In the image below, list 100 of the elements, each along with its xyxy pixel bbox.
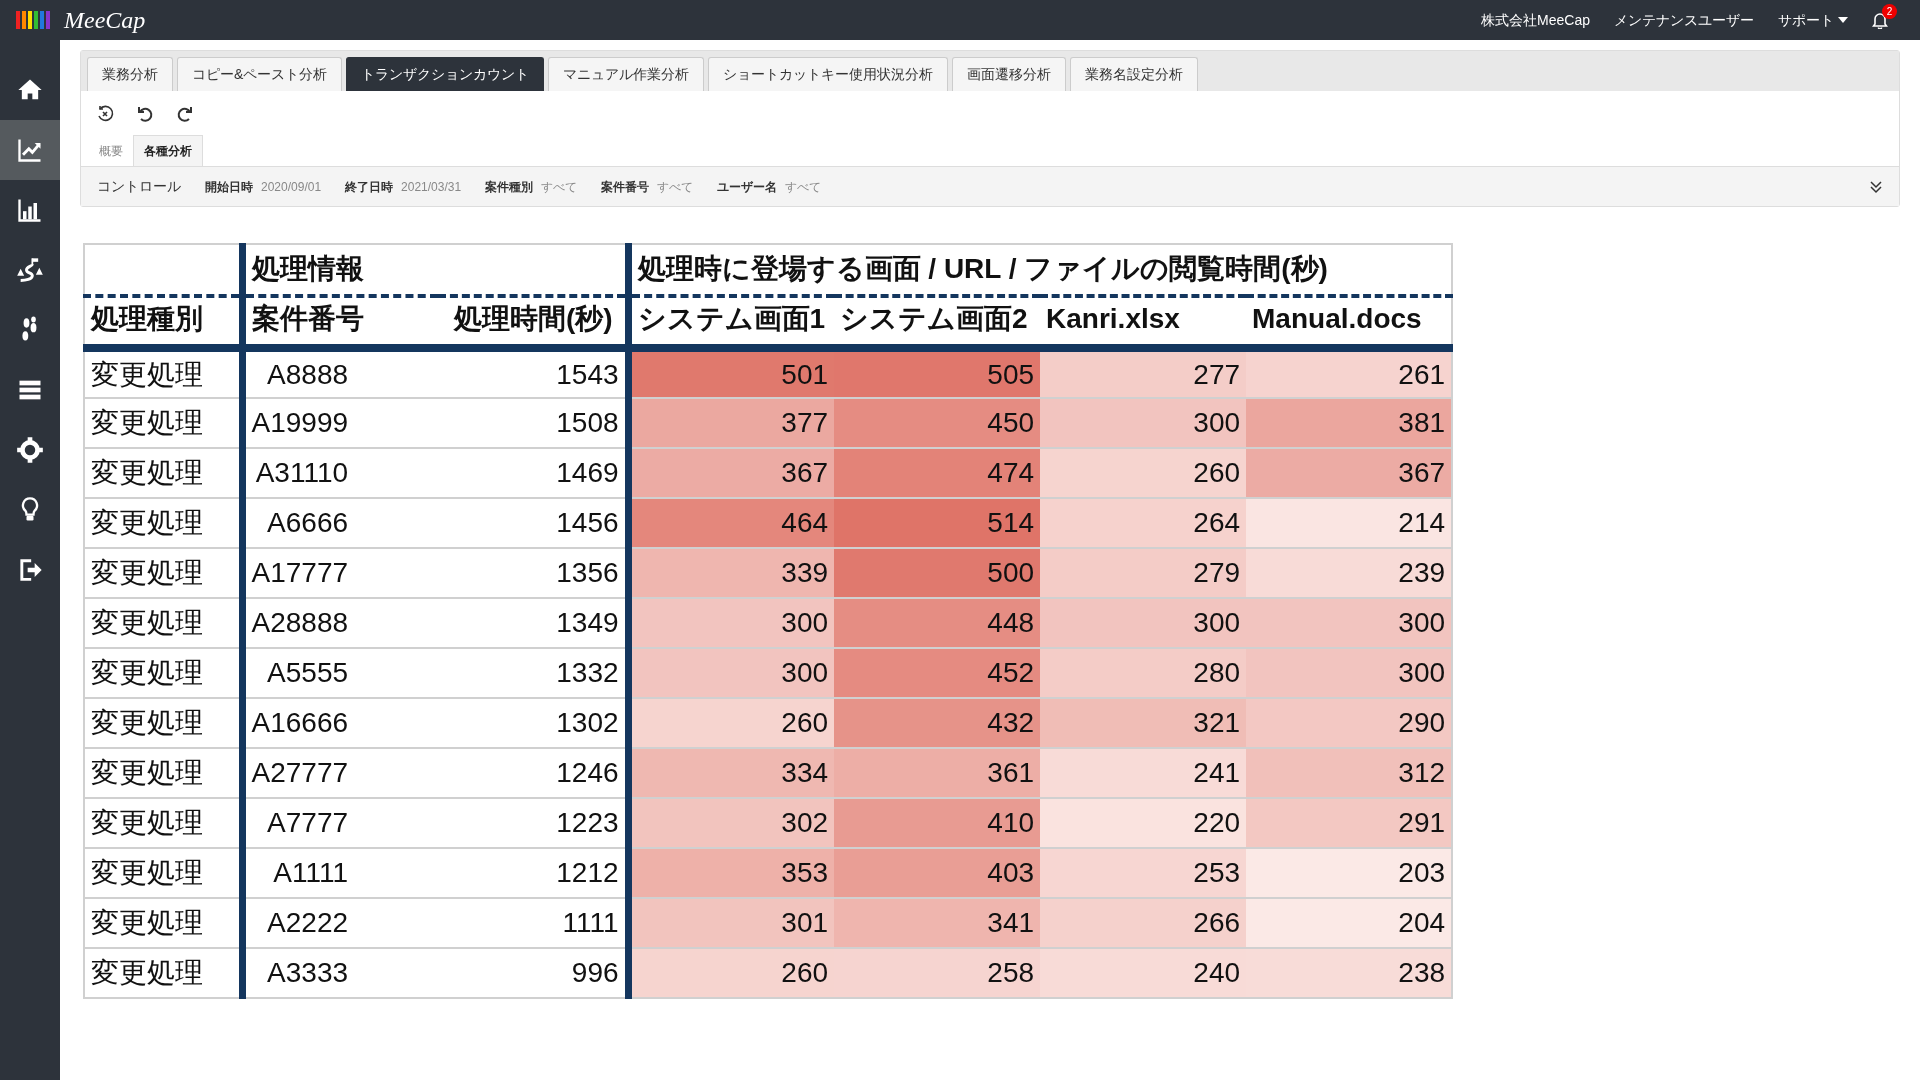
company-name: 株式会社MeeCap (1481, 10, 1590, 30)
filter-label: 終了日時 (345, 178, 394, 196)
heat-cell: 300 (1040, 398, 1247, 448)
settings-icon (16, 436, 44, 464)
filter-label: 案件種別 (485, 178, 534, 196)
control-label: コントロール (97, 177, 181, 196)
heat-cell: 214 (1246, 498, 1453, 548)
table-cell: 変更処理 (84, 748, 242, 798)
expand-icon[interactable] (1869, 179, 1883, 194)
table-cell: A7777 (242, 798, 439, 848)
filter-value: すべて (657, 178, 694, 196)
column-header: 処理種別 (84, 296, 242, 348)
table-cell: A19999 (242, 398, 439, 448)
notification-bell-icon[interactable] (1872, 11, 1888, 29)
table-cell: 変更処理 (84, 848, 242, 898)
sub-tab[interactable]: 各種分析 (133, 135, 203, 166)
heat-cell: 450 (834, 398, 1041, 448)
heat-cell: 266 (1040, 898, 1247, 948)
heat-cell: 452 (834, 648, 1041, 698)
table-cell: 変更処理 (84, 598, 242, 648)
heat-cell: 239 (1246, 548, 1453, 598)
table-cell: 変更処理 (84, 448, 242, 498)
tab[interactable]: トランザクションカウント (346, 57, 545, 91)
heat-cell: 464 (628, 498, 835, 548)
column-header: 処理時間(秒) (438, 296, 629, 348)
table-cell: A31110 (242, 448, 439, 498)
table-cell: 変更処理 (84, 798, 242, 848)
column-group-header: 処理時に登場する画面 / URL / ファイルの閲覧時間(秒) (628, 244, 1453, 296)
table-cell: A5555 (242, 648, 439, 698)
heat-cell: 500 (834, 548, 1041, 598)
table-cell: A16666 (242, 698, 439, 748)
tab[interactable]: 業務分析 (87, 57, 173, 91)
tab[interactable]: マニュアル作業分析 (548, 57, 705, 91)
heat-cell: 403 (834, 848, 1041, 898)
heat-cell: 280 (1040, 648, 1247, 698)
table-cell: 変更処理 (84, 948, 242, 998)
heat-cell: 353 (628, 848, 835, 898)
table-cell: A6666 (242, 498, 439, 548)
heat-cell: 258 (834, 948, 1041, 998)
heat-cell: 300 (628, 598, 835, 648)
filter-value: すべて (541, 178, 578, 196)
heat-cell: 240 (1040, 948, 1247, 998)
column-header: 案件番号 (242, 296, 439, 348)
table-cell: A8888 (242, 348, 439, 398)
heat-cell: 312 (1246, 748, 1453, 798)
filter-label: ユーザー名 (717, 178, 778, 196)
table-cell: A28888 (242, 598, 439, 648)
heat-cell: 260 (628, 698, 835, 748)
table-cell: 変更処理 (84, 348, 242, 398)
table-cell: A1111 (242, 848, 439, 898)
filter-label: 案件番号 (601, 178, 650, 196)
table-cell: A2222 (242, 898, 439, 948)
sub-tab[interactable]: 概要 (89, 135, 133, 166)
column-group-header: 処理情報 (242, 244, 629, 296)
heat-cell: 291 (1246, 798, 1453, 848)
heat-cell: 321 (1040, 698, 1247, 748)
heat-cell: 448 (834, 598, 1041, 648)
heat-cell: 204 (1246, 898, 1453, 948)
table-cell: 変更処理 (84, 548, 242, 598)
table-cell: A17777 (242, 548, 439, 598)
filter-value: 2021/03/31 (401, 178, 462, 196)
heat-cell: 361 (834, 748, 1041, 798)
heat-cell: 341 (834, 898, 1041, 948)
heat-cell: 302 (628, 798, 835, 848)
tab[interactable]: 業務名設定分析 (1070, 57, 1199, 91)
heat-cell: 220 (1040, 798, 1247, 848)
heat-cell: 238 (1246, 948, 1453, 998)
heat-cell: 241 (1040, 748, 1247, 798)
heat-cell: 367 (1246, 448, 1453, 498)
heat-cell: 367 (628, 448, 835, 498)
table-cell: 変更処理 (84, 898, 242, 948)
heat-cell: 301 (628, 898, 835, 948)
tab[interactable]: 画面遷移分析 (952, 57, 1067, 91)
heat-cell: 253 (1040, 848, 1247, 898)
sidebar-item[interactable] (0, 120, 60, 180)
filter-value: 2020/09/01 (261, 178, 322, 196)
caret-icon (1838, 17, 1848, 23)
support-menu[interactable]: サポート (1778, 9, 1848, 31)
heat-cell: 264 (1040, 498, 1247, 548)
table-cell: 変更処理 (84, 398, 242, 448)
heat-cell: 514 (834, 498, 1041, 548)
table-cell: 変更処理 (84, 698, 242, 748)
heat-cell: 203 (1246, 848, 1453, 898)
logo-text: MeeCap (64, 6, 146, 35)
table-cell: 変更処理 (84, 498, 242, 548)
heat-cell: 290 (1246, 698, 1453, 748)
heat-cell: 279 (1040, 548, 1247, 598)
table-cell: A3333 (242, 948, 439, 998)
filter-label: 開始日時 (205, 178, 253, 196)
heat-cell: 381 (1246, 398, 1453, 448)
heat-cell: 260 (1040, 448, 1247, 498)
heat-cell: 334 (628, 748, 835, 798)
heat-cell: 339 (628, 548, 835, 598)
heat-cell: 300 (1246, 648, 1453, 698)
table-cell: A27777 (242, 748, 439, 798)
tab[interactable]: コピー&ペースト分析 (177, 57, 343, 91)
user-link[interactable]: メンテナンスユーザー (1614, 9, 1754, 31)
tab[interactable]: ショートカットキー使用状況分析 (708, 57, 949, 91)
heat-cell: 377 (628, 398, 835, 448)
heat-cell: 300 (1246, 598, 1453, 648)
